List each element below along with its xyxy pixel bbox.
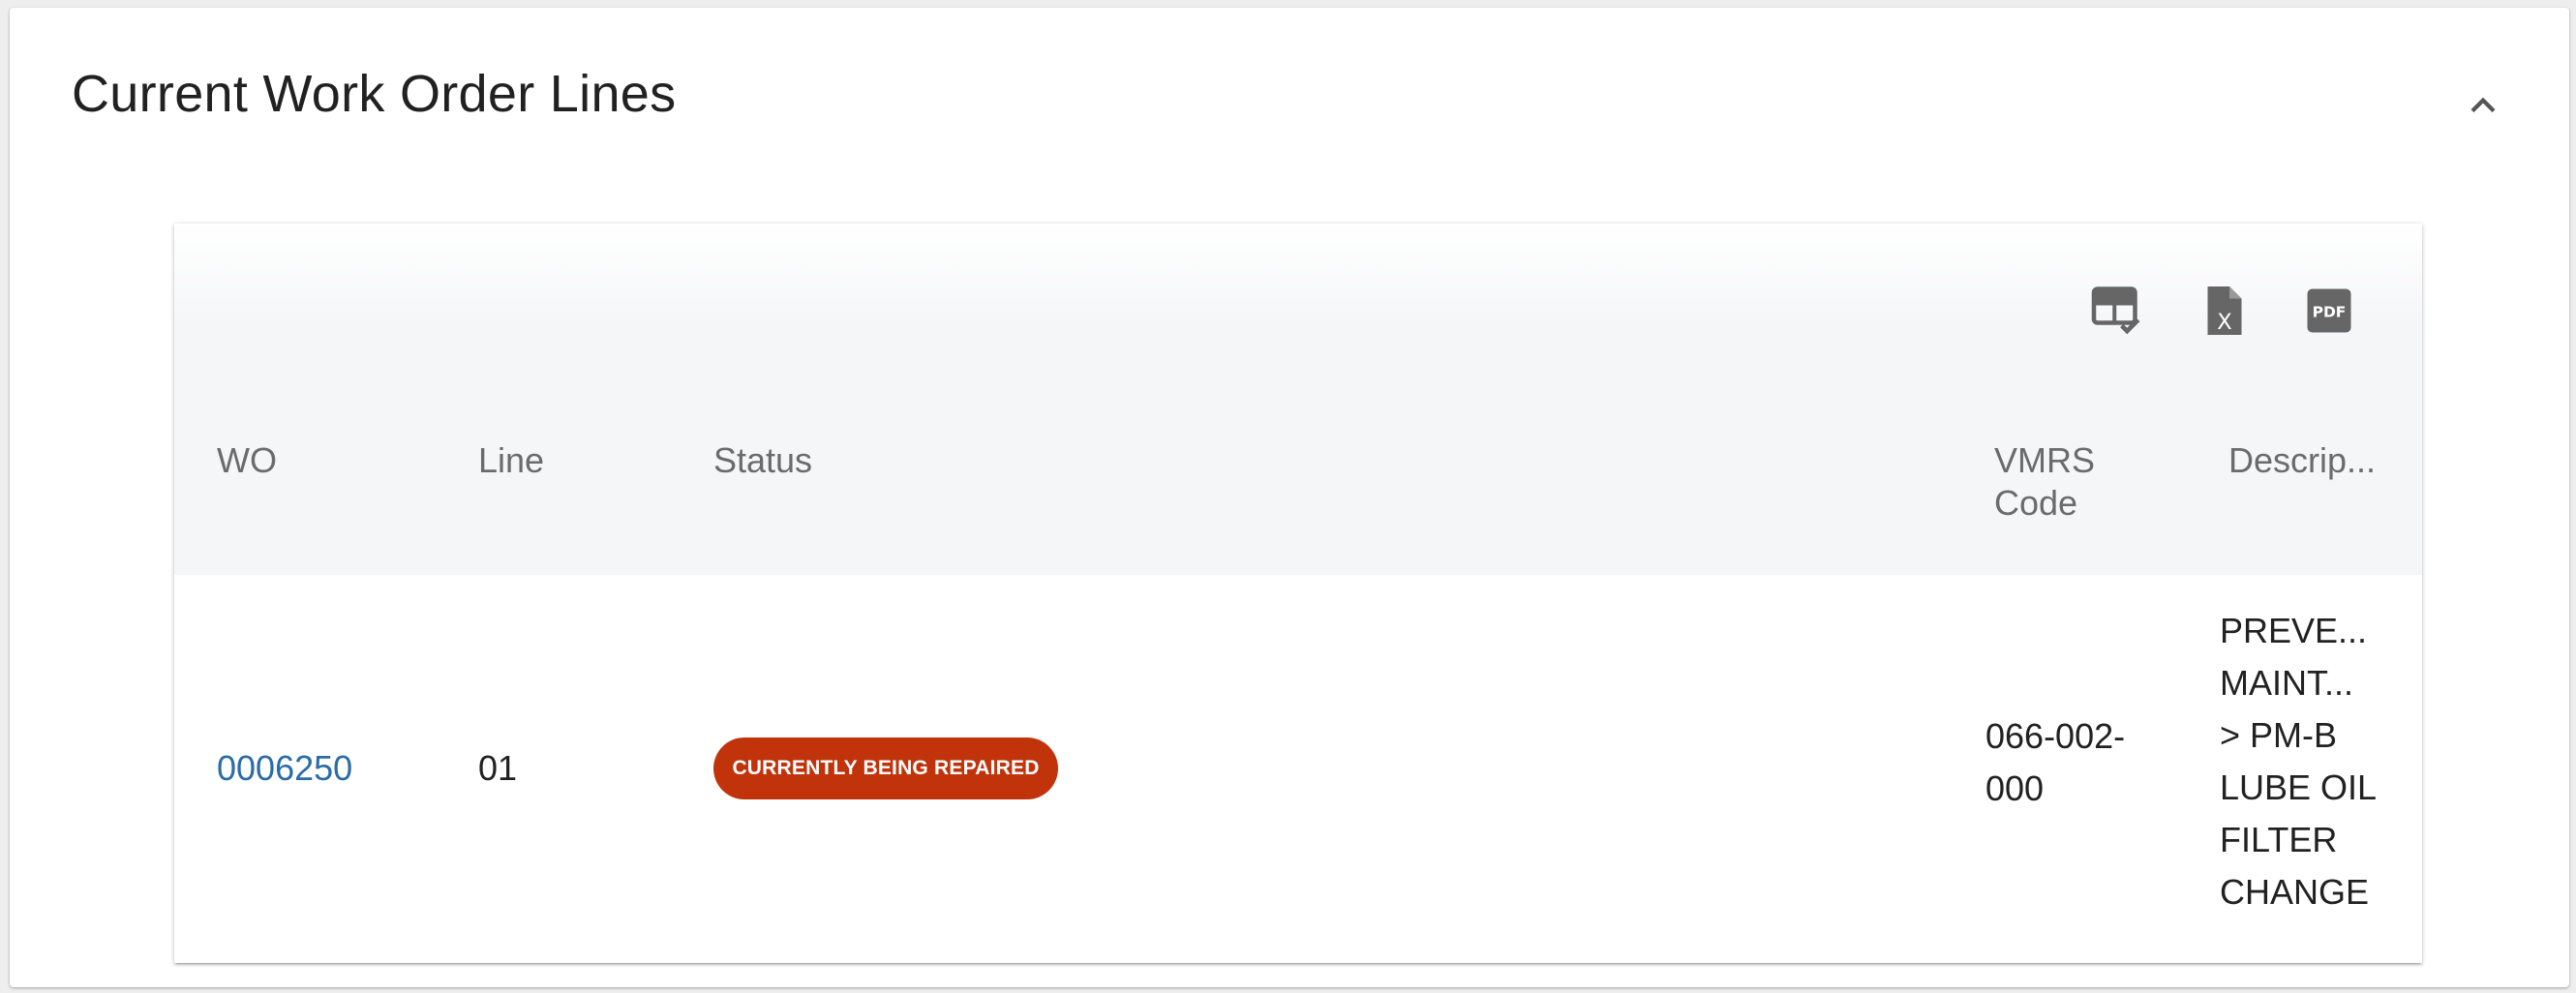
description-cell: PREVE... MAINT... > PM-B LUBE OIL FILTER CHAN… (2220, 605, 2377, 918)
column-chooser-button[interactable] (2089, 282, 2147, 340)
wo-cell: 0006250 (217, 742, 352, 795)
column-header-status[interactable]: Status (713, 439, 812, 482)
column-header-description[interactable]: Descrip... (2228, 439, 2376, 482)
excel-file-icon: X (2207, 286, 2242, 335)
collapse-button[interactable] (2459, 81, 2507, 130)
column-header-line[interactable]: Line (478, 439, 544, 482)
wo-number-link[interactable]: 0006250 (217, 748, 352, 788)
svg-text:PDF: PDF (2313, 304, 2347, 321)
chevron-up-icon (2470, 97, 2496, 113)
description-line: > PM-B (2220, 715, 2338, 755)
panel-title: Current Work Order Lines (72, 65, 677, 123)
description-line: PREVE... (2220, 611, 2368, 650)
description-line: MAINT... (2220, 663, 2354, 703)
svg-text:X: X (2217, 310, 2231, 335)
vmrs-code-line1: 066-002- (1985, 716, 2126, 756)
vmrs-code-line2: 000 (1985, 768, 2045, 808)
status-badge: CURRENTLY BEING REPAIRED (713, 737, 1058, 799)
work-order-lines-table: X PDF WO Line Status VMRS Code Descrip..… (174, 224, 2422, 963)
vmrs-code-value: 066-002- 000 (1985, 710, 2125, 815)
column-header-vmrs-line2: Code (1994, 483, 2078, 523)
table-check-icon (2091, 286, 2140, 335)
description-line: LUBE OIL (2220, 767, 2378, 807)
column-header-wo[interactable]: WO (217, 439, 277, 482)
line-cell: 01 (478, 748, 518, 788)
description-line: FILTER (2220, 820, 2338, 859)
pdf-file-icon: PDF (2307, 288, 2351, 333)
column-header-vmrs-line1: VMRS (1994, 440, 2096, 480)
description-line: CHANGE (2220, 872, 2370, 912)
table-header: X PDF WO Line Status VMRS Code Descrip..… (174, 224, 2422, 575)
column-header-vmrs-code[interactable]: VMRS Code (1994, 439, 2095, 525)
export-excel-button[interactable]: X (2196, 282, 2254, 340)
export-pdf-button[interactable]: PDF (2300, 282, 2358, 340)
work-order-lines-panel: Current Work Order Lines X PDF WO Line S… (10, 8, 2569, 987)
